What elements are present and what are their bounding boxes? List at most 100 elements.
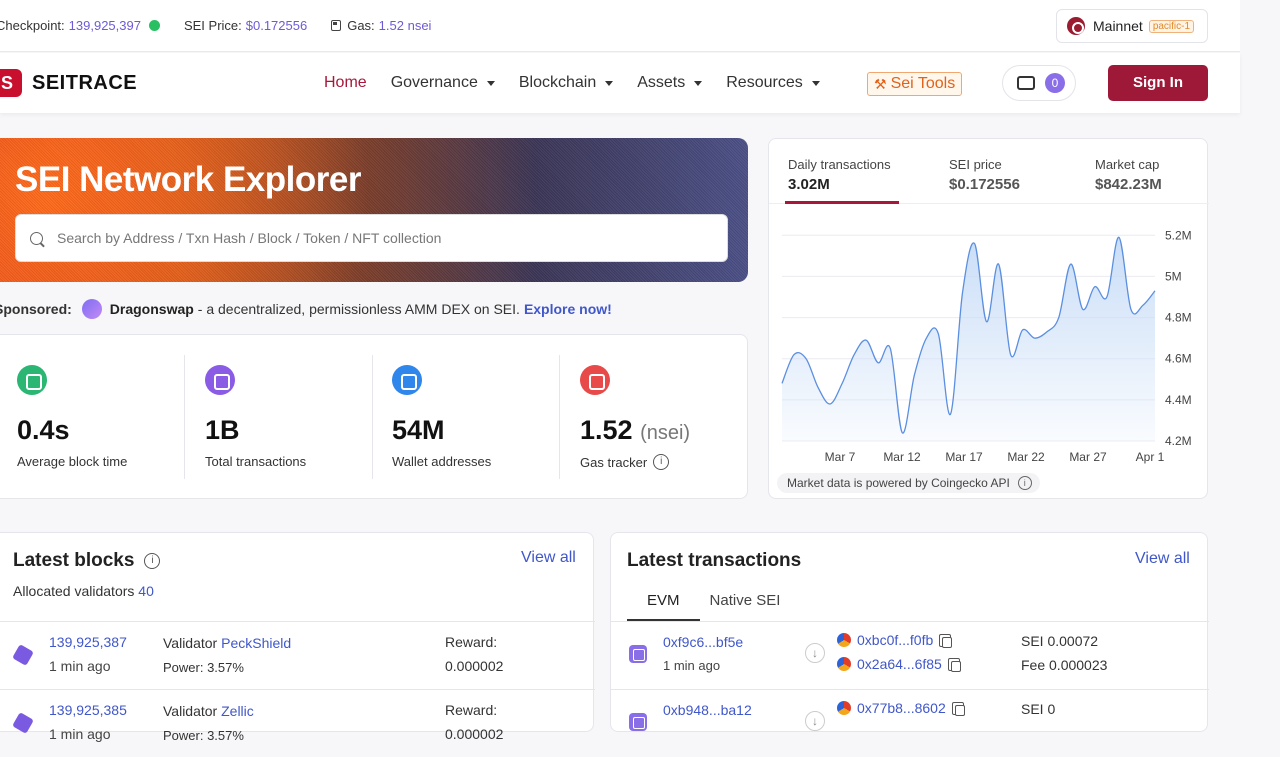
x-tick-label: Mar 27 bbox=[1069, 450, 1107, 464]
brand-name: SEITRACE bbox=[32, 71, 138, 94]
wallet-count-badge: 0 bbox=[1045, 73, 1065, 93]
clock-icon bbox=[17, 365, 47, 395]
info-icon[interactable]: i bbox=[144, 553, 161, 569]
block-number[interactable]: 139,925,385 bbox=[49, 702, 127, 718]
block-row[interactable]: 139,925,385 1 min ago Validator Zellic P… bbox=[0, 689, 595, 757]
block-row[interactable]: 139,925,387 1 min ago Validator PeckShie… bbox=[0, 621, 595, 689]
tx-age: 1 min ago bbox=[663, 658, 721, 673]
block-number[interactable]: 139,925,387 bbox=[49, 634, 127, 650]
nav-governance[interactable]: Governance bbox=[391, 74, 495, 92]
transaction-icon bbox=[629, 713, 647, 731]
stat-gas-tracker[interactable]: 1.52 (nsei) Gas tracker i bbox=[564, 355, 751, 479]
network-stats: Checkpoint: 139,925,397 SEI Price: $0.17… bbox=[0, 18, 431, 33]
checkpoint-label: Checkpoint: bbox=[0, 18, 65, 33]
y-tick-label: 4.4M bbox=[1165, 393, 1192, 407]
tab-native-sei[interactable]: Native SEI bbox=[700, 589, 801, 621]
caret-down-icon bbox=[811, 80, 820, 86]
reward-label: Reward: bbox=[445, 634, 498, 650]
main-nav: SEITRACE Home Governance Blockchain Asse… bbox=[0, 53, 1240, 113]
stat-value: 1B bbox=[205, 415, 240, 445]
explore-now-link[interactable]: Explore now! bbox=[524, 301, 612, 317]
stat-wallet-addresses: 54M Wallet addresses bbox=[376, 355, 563, 479]
y-tick-label: 4.2M bbox=[1165, 434, 1192, 448]
sign-in-button[interactable]: Sign In bbox=[1108, 65, 1208, 101]
latest-transactions-card: Latest transactions View all EVM Native … bbox=[610, 532, 1209, 732]
copy-icon[interactable] bbox=[947, 657, 961, 672]
wallet-icon bbox=[392, 365, 422, 395]
stats-panel: 0.4s Average block time 1B Total transac… bbox=[0, 334, 748, 499]
blocks-view-all-link[interactable]: View all bbox=[521, 549, 576, 567]
sponsor-name: Dragonswap bbox=[109, 301, 194, 317]
tab-value: $842.23M bbox=[1095, 176, 1162, 193]
search-input[interactable] bbox=[57, 230, 697, 246]
gas-unit: (nsei) bbox=[640, 422, 691, 444]
tab-market-cap[interactable]: Market cap $842.23M bbox=[1095, 157, 1162, 193]
gas-label: Gas: bbox=[347, 18, 375, 33]
tab-sei-price[interactable]: SEI price $0.172556 bbox=[949, 157, 1020, 193]
tab-daily-transactions[interactable]: Daily transactions 3.02M bbox=[788, 157, 891, 193]
transaction-row[interactable]: 0xf9c6...bf5e 1 min ago ↓ 0xbc0f...f0fb … bbox=[611, 621, 1209, 689]
y-tick-label: 5M bbox=[1165, 269, 1182, 283]
address-avatar-icon bbox=[837, 701, 851, 715]
wallet-button[interactable]: 0 bbox=[1002, 65, 1076, 101]
caret-down-icon bbox=[605, 80, 614, 86]
validator-link[interactable]: Zellic bbox=[221, 703, 254, 719]
tx-hash[interactable]: 0xb948...ba12 bbox=[663, 702, 752, 718]
tab-label: Market cap bbox=[1095, 157, 1160, 172]
nav-blockchain[interactable]: Blockchain bbox=[519, 74, 614, 92]
transaction-icon bbox=[629, 645, 647, 663]
allocated-validators: Allocated validators 40 bbox=[13, 583, 154, 599]
coingecko-note: Market data is powered by Coingecko API … bbox=[777, 473, 1040, 493]
sei-tools-label: Sei Tools bbox=[890, 75, 956, 92]
sponsor-text: - a decentralized, permissionless AMM DE… bbox=[197, 301, 520, 317]
transactions-view-all-link[interactable]: View all bbox=[1135, 550, 1190, 568]
to-address-link[interactable]: 0x2a64...6f85 bbox=[857, 656, 942, 672]
block-age: 1 min ago bbox=[49, 658, 111, 674]
from-address-link[interactable]: 0xbc0f...f0fb bbox=[857, 632, 933, 648]
copy-icon[interactable] bbox=[939, 633, 953, 648]
arrow-down-icon: ↓ bbox=[805, 711, 825, 731]
reward-value: 0.000002 bbox=[445, 658, 504, 674]
transaction-row[interactable]: 0xb948...ba12 ↓ 0x77b8...8602 SEI 0 bbox=[611, 689, 1209, 757]
stat-label: Gas tracker i bbox=[580, 454, 670, 470]
x-tick-label: Mar 7 bbox=[825, 450, 856, 464]
chart-card: Daily transactions 3.02M SEI price $0.17… bbox=[768, 138, 1209, 499]
info-icon[interactable]: i bbox=[653, 454, 670, 470]
latest-transactions-title: Latest transactions bbox=[627, 550, 802, 571]
tab-evm[interactable]: EVM bbox=[627, 589, 700, 621]
arrow-down-icon: ↓ bbox=[805, 643, 825, 663]
stat-value: 54M bbox=[392, 415, 445, 445]
network-selector[interactable]: Mainnet pacific-1 bbox=[1056, 9, 1208, 43]
active-tab-indicator bbox=[785, 201, 899, 204]
tx-hash[interactable]: 0xf9c6...bf5e bbox=[663, 634, 743, 650]
gas-value: 1.52 nsei bbox=[378, 18, 432, 33]
from-address-link[interactable]: 0x77b8...8602 bbox=[857, 700, 946, 716]
nav-home-label: Home bbox=[324, 74, 367, 91]
info-icon[interactable]: i bbox=[1017, 476, 1032, 490]
tx-fee: Fee 0.000023 bbox=[1021, 657, 1108, 673]
stat-block-time: 0.4s Average block time bbox=[1, 355, 188, 479]
sponsored-banner: Sponsored: Dragonswap - a decentralized,… bbox=[0, 299, 612, 319]
nav-assets[interactable]: Assets bbox=[637, 74, 703, 92]
page-title: SEI Network Explorer bbox=[15, 160, 361, 199]
copy-icon[interactable] bbox=[951, 701, 965, 716]
seitrace-logo[interactable]: SEITRACE bbox=[0, 69, 137, 97]
search-box bbox=[15, 214, 728, 262]
nav-governance-label: Governance bbox=[390, 74, 478, 91]
latest-blocks-card: Latest blocks i View all Allocated valida… bbox=[0, 532, 595, 743]
sponsored-label: Sponsored: bbox=[0, 301, 72, 317]
stat-label: Wallet addresses bbox=[392, 454, 492, 469]
checkpoint-value[interactable]: 139,925,397 bbox=[69, 18, 141, 33]
nav-resources-label: Resources bbox=[726, 74, 803, 91]
x-tick-label: Mar 17 bbox=[945, 450, 983, 464]
nav-resources[interactable]: Resources bbox=[726, 74, 820, 92]
sei-logo-icon bbox=[1067, 17, 1085, 35]
tab-value: 3.02M bbox=[788, 176, 830, 193]
validator-power: Power: 3.57% bbox=[163, 728, 244, 743]
nav-home[interactable]: Home bbox=[324, 74, 367, 92]
sei-tools-button[interactable]: ⚒ Sei Tools bbox=[867, 72, 963, 96]
tab-value: $0.172556 bbox=[949, 176, 1020, 193]
validator-link[interactable]: PeckShield bbox=[221, 635, 291, 651]
nav-links: Home Governance Blockchain Assets Resour… bbox=[324, 74, 844, 92]
x-tick-label: Apr 1 bbox=[1136, 450, 1165, 464]
